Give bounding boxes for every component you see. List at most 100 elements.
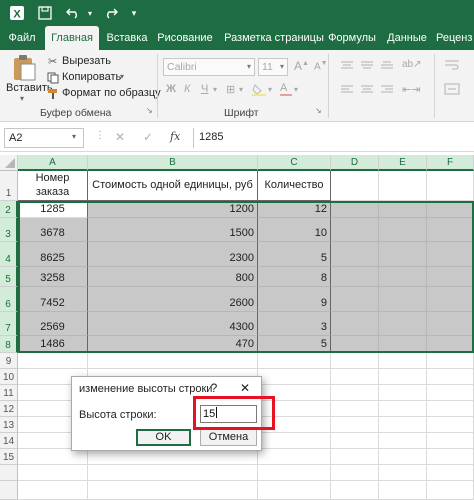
cell-empty[interactable] — [18, 353, 88, 369]
ok-button[interactable]: OK — [136, 429, 191, 446]
cell-d5[interactable] — [331, 267, 379, 287]
row-height-input[interactable]: 15 — [200, 405, 257, 423]
cell-empty[interactable] — [258, 433, 331, 449]
cell-f1[interactable] — [427, 171, 474, 201]
column-header-f[interactable]: F — [427, 155, 474, 171]
cell-a1[interactable]: Номер заказа — [18, 171, 88, 201]
cell-empty[interactable] — [331, 417, 379, 433]
cell-empty[interactable] — [379, 401, 427, 417]
row-header-17[interactable] — [0, 481, 18, 500]
close-icon[interactable]: ✕ — [236, 379, 254, 397]
cell-empty[interactable] — [88, 353, 258, 369]
borders-icon[interactable]: ⊞ — [226, 83, 235, 96]
cell-f4[interactable] — [427, 242, 474, 267]
cell-empty[interactable] — [258, 369, 331, 385]
fill-color-dropdown-icon[interactable]: ▾ — [268, 85, 272, 94]
enter-entry-icon[interactable]: ✓ — [143, 130, 153, 144]
undo-dropdown-icon[interactable]: ▾ — [84, 0, 96, 26]
cell-empty[interactable] — [258, 353, 331, 369]
cell-empty[interactable] — [18, 465, 88, 481]
cell-e4[interactable] — [379, 242, 427, 267]
cell-empty[interactable] — [427, 433, 474, 449]
row-header-4[interactable]: 4 — [0, 242, 18, 267]
cell-empty[interactable] — [379, 385, 427, 401]
cell-e1[interactable] — [379, 171, 427, 201]
cell-empty[interactable] — [379, 417, 427, 433]
cell-empty[interactable] — [331, 385, 379, 401]
undo-icon[interactable] — [62, 0, 84, 26]
cell-a2[interactable]: 1285 — [18, 201, 88, 218]
cell-f7[interactable] — [427, 312, 474, 336]
align-center-icon[interactable] — [360, 84, 374, 97]
cell-empty[interactable] — [331, 433, 379, 449]
tab-formulas[interactable]: Формулы — [326, 26, 378, 50]
cell-empty[interactable] — [427, 401, 474, 417]
cell-b4[interactable]: 2300 — [88, 242, 258, 267]
cell-e2[interactable] — [379, 201, 427, 218]
cell-c8[interactable]: 5 — [258, 336, 331, 353]
redo-icon[interactable] — [100, 0, 122, 26]
column-header-e[interactable]: E — [379, 155, 427, 171]
row-header-15[interactable]: 15 — [0, 449, 18, 465]
increase-font-icon[interactable]: A▲ — [294, 59, 309, 73]
cell-empty[interactable] — [427, 369, 474, 385]
cell-f5[interactable] — [427, 267, 474, 287]
cell-b3[interactable]: 1500 — [88, 218, 258, 242]
cell-e8[interactable] — [379, 336, 427, 353]
cell-f2[interactable] — [427, 201, 474, 218]
cell-empty[interactable] — [258, 465, 331, 481]
column-header-c[interactable]: C — [258, 155, 331, 171]
cell-empty[interactable] — [331, 449, 379, 465]
cell-empty[interactable] — [331, 353, 379, 369]
cell-empty[interactable] — [427, 465, 474, 481]
font-color-dropdown-icon[interactable]: ▾ — [294, 85, 298, 94]
cell-b1[interactable]: Стоимость одной единицы, руб — [88, 171, 258, 201]
cell-d7[interactable] — [331, 312, 379, 336]
cell-d8[interactable] — [331, 336, 379, 353]
cell-b7[interactable]: 4300 — [88, 312, 258, 336]
cell-c1[interactable]: Количество — [258, 171, 331, 201]
cell-a6[interactable]: 7452 — [18, 287, 88, 312]
indent-icon[interactable]: ⇤⇥ — [402, 83, 420, 96]
cell-empty[interactable] — [331, 465, 379, 481]
cell-empty[interactable] — [379, 369, 427, 385]
cell-empty[interactable] — [258, 449, 331, 465]
cell-empty[interactable] — [379, 353, 427, 369]
align-left-icon[interactable] — [340, 84, 354, 97]
cut-icon[interactable]: ✂ — [48, 55, 57, 68]
cell-c3[interactable]: 10 — [258, 218, 331, 242]
cell-empty[interactable] — [427, 417, 474, 433]
copy-button[interactable]: Копировать — [62, 71, 121, 83]
cell-d3[interactable] — [331, 218, 379, 242]
cell-empty[interactable] — [427, 481, 474, 500]
tab-page-layout[interactable]: Разметка страницы — [222, 26, 326, 50]
cell-empty[interactable] — [88, 449, 258, 465]
bold-icon[interactable]: Ж — [166, 83, 176, 95]
row-header-3[interactable]: 3 — [0, 218, 18, 242]
row-header-6[interactable]: 6 — [0, 287, 18, 312]
cell-empty[interactable] — [427, 353, 474, 369]
tab-home[interactable]: Главная — [45, 26, 99, 50]
cell-d6[interactable] — [331, 287, 379, 312]
cell-d4[interactable] — [331, 242, 379, 267]
row-header-1[interactable]: 1 — [0, 171, 18, 201]
row-header-16[interactable] — [0, 465, 18, 481]
cell-e3[interactable] — [379, 218, 427, 242]
paste-button[interactable]: Вставить — [6, 82, 53, 94]
cell-empty[interactable] — [379, 433, 427, 449]
row-header-8[interactable]: 8 — [0, 336, 18, 353]
cell-e6[interactable] — [379, 287, 427, 312]
cell-a3[interactable]: 3678 — [18, 218, 88, 242]
font-name-combo[interactable]: Calibri ▾ — [163, 58, 255, 76]
name-box-dropdown-icon[interactable]: ▾ — [72, 132, 76, 141]
cell-empty[interactable] — [427, 385, 474, 401]
cell-empty[interactable] — [258, 481, 331, 500]
merge-cells-icon[interactable] — [444, 82, 460, 99]
cell-empty[interactable] — [88, 465, 258, 481]
cell-empty[interactable] — [379, 449, 427, 465]
wrap-text-icon[interactable] — [444, 58, 460, 75]
save-icon[interactable] — [34, 0, 56, 26]
borders-dropdown-icon[interactable]: ▾ — [239, 85, 243, 94]
cell-f8[interactable] — [427, 336, 474, 353]
paste-icon[interactable] — [12, 54, 38, 82]
